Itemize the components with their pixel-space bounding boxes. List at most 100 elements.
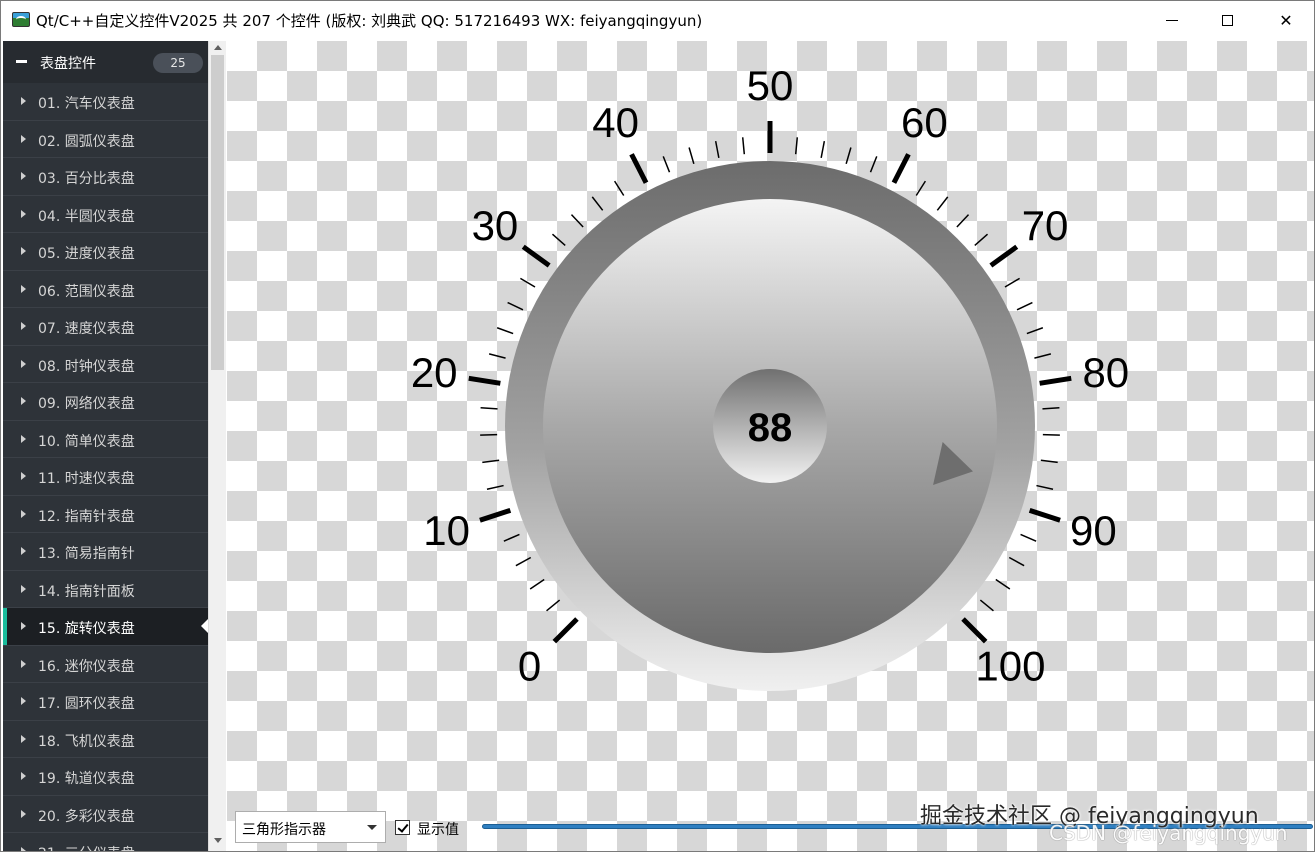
sidebar-item-label: 21. 三分仪表盘 [38, 843, 135, 851]
show-value-checkbox[interactable] [395, 820, 410, 835]
sidebar-item-label: 10. 简单仪表盘 [38, 433, 135, 450]
sidebar-item[interactable]: 05. 进度仪表盘 [3, 233, 208, 271]
minor-tick [662, 156, 671, 173]
sidebar-item[interactable]: 20. 多彩仪表盘 [3, 796, 208, 833]
expand-arrow-icon [21, 734, 26, 743]
scale-label: 0 [518, 642, 541, 689]
expand-arrow-icon [21, 247, 26, 255]
sidebar-item[interactable]: 11. 时速仪表盘 [3, 458, 208, 496]
major-tick [891, 153, 911, 184]
sidebar-item-label: 15. 旋转仪表盘 [38, 621, 135, 637]
major-tick [1039, 375, 1072, 386]
pointer-style-select[interactable]: 三角形指示器 [235, 811, 386, 843]
sidebar-item[interactable]: 02. 圆弧仪表盘 [3, 121, 208, 158]
sidebar-item-label: 14. 指南针面板 [38, 583, 135, 600]
scale-label: 100 [975, 642, 1045, 689]
minor-tick [1016, 301, 1033, 311]
minor-tick [480, 433, 498, 436]
minor-tick [915, 180, 927, 196]
sidebar-item[interactable]: 17. 圆环仪表盘 [3, 683, 208, 721]
sidebar-item[interactable]: 01. 汽车仪表盘 [3, 83, 208, 121]
major-tick [961, 617, 988, 644]
sidebar-item-label: 20. 多彩仪表盘 [38, 808, 135, 825]
sidebar-item[interactable]: 16. 迷你仪表盘 [3, 646, 208, 683]
expand-arrow-icon [21, 772, 26, 780]
minor-tick [482, 459, 500, 464]
expand-arrow-icon [21, 284, 26, 293]
minor-tick [845, 147, 852, 165]
sidebar-item[interactable]: 09. 网络仪表盘 [3, 383, 208, 421]
sidebar-item[interactable]: 12. 指南针表盘 [3, 496, 208, 533]
sidebar-item[interactable]: 06. 范围仪表盘 [3, 271, 208, 308]
sidebar-item-label: 17. 圆环仪表盘 [38, 696, 135, 712]
expand-arrow-icon [21, 472, 26, 480]
minor-tick [613, 180, 625, 196]
major-tick [552, 617, 579, 644]
minor-tick [1026, 327, 1044, 335]
sidebar-group-header[interactable]: 表盘控件 25 [3, 41, 208, 83]
scale-label: 20 [411, 349, 458, 396]
maximize-button[interactable] [1198, 1, 1256, 39]
expand-arrow-icon [21, 359, 26, 368]
sidebar-item[interactable]: 15. 旋转仪表盘 [3, 608, 208, 646]
minor-tick [529, 578, 545, 590]
expand-arrow-icon [21, 434, 26, 443]
sidebar-scrollbar[interactable] [208, 41, 226, 851]
rotate-gauge[interactable]: 0 10 20 30 40 50 60 70 80 90 100 88 [227, 41, 1315, 801]
expand-arrow-icon [21, 134, 26, 143]
scale-label: 50 [747, 62, 794, 109]
sidebar-list: 01. 汽车仪表盘 02. 圆弧仪表盘 03. 百分比表盘 04. 半圆仪表盘 05. … [3, 83, 208, 851]
minor-tick [1036, 484, 1054, 490]
minor-tick [496, 327, 514, 335]
watermark-sub: CSDN @feiyangqingyun [1049, 821, 1288, 845]
minor-tick [520, 277, 536, 288]
minimize-button[interactable] [1143, 1, 1201, 39]
minor-tick [551, 233, 566, 247]
sidebar-item-label: 01. 汽车仪表盘 [38, 96, 135, 112]
title-bar: Qt/C++自定义控件V2025 共 207 个控件 (版权: 刘典武 QQ: … [1, 1, 1314, 39]
show-value-label[interactable]: 显示值 [417, 819, 459, 839]
minor-tick [979, 599, 994, 612]
expand-arrow-icon [21, 847, 26, 851]
scale-label: 30 [472, 202, 519, 249]
sidebar-item[interactable]: 18. 飞机仪表盘 [3, 721, 208, 758]
sidebar-item[interactable]: 14. 指南针面板 [3, 571, 208, 608]
minimize-icon [1166, 19, 1178, 21]
sidebar-item-label: 19. 轨道仪表盘 [38, 771, 135, 787]
sidebar-item-label: 12. 指南针表盘 [38, 508, 135, 525]
pointer-style-value: 三角形指示器 [242, 822, 326, 838]
sidebar-item-label: 03. 百分比表盘 [38, 171, 135, 187]
close-button[interactable]: ✕ [1257, 1, 1314, 39]
sidebar-item[interactable]: 13. 简易指南针 [3, 533, 208, 571]
expand-arrow-icon [21, 172, 26, 180]
major-tick [629, 153, 649, 184]
sidebar-item-label: 08. 时钟仪表盘 [38, 358, 135, 375]
minor-tick [570, 214, 584, 228]
group-label: 表盘控件 [40, 56, 96, 72]
sidebar-item[interactable]: 10. 简单仪表盘 [3, 421, 208, 458]
sidebar-item[interactable]: 03. 百分比表盘 [3, 158, 208, 196]
count-badge: 25 [153, 53, 203, 73]
sidebar-item[interactable]: 07. 速度仪表盘 [3, 308, 208, 346]
minor-tick [503, 533, 520, 542]
major-tick [1028, 507, 1061, 523]
sidebar-item[interactable]: 21. 三分仪表盘 [3, 833, 208, 851]
sidebar: 表盘控件 25 01. 汽车仪表盘 02. 圆弧仪表盘 03. 百分比表盘 04. 半… [3, 41, 208, 851]
major-tick [521, 244, 551, 268]
scroll-thumb[interactable] [211, 55, 224, 370]
window-title: Qt/C++自定义控件V2025 共 207 个控件 (版权: 刘典武 QQ: … [36, 12, 703, 30]
expand-arrow-icon [21, 809, 26, 818]
collapse-icon [16, 60, 27, 63]
major-tick [989, 244, 1019, 268]
scroll-up-icon[interactable] [214, 45, 222, 50]
minor-tick [688, 147, 695, 165]
sidebar-item-label: 18. 飞机仪表盘 [38, 733, 135, 750]
expand-arrow-icon [21, 322, 26, 330]
close-icon: ✕ [1279, 10, 1293, 30]
minor-tick [1004, 277, 1020, 288]
sidebar-item[interactable]: 08. 时钟仪表盘 [3, 346, 208, 383]
minor-tick [515, 556, 532, 567]
scroll-down-icon[interactable] [214, 838, 222, 843]
sidebar-item[interactable]: 04. 半圆仪表盘 [3, 196, 208, 233]
sidebar-item[interactable]: 19. 轨道仪表盘 [3, 758, 208, 796]
